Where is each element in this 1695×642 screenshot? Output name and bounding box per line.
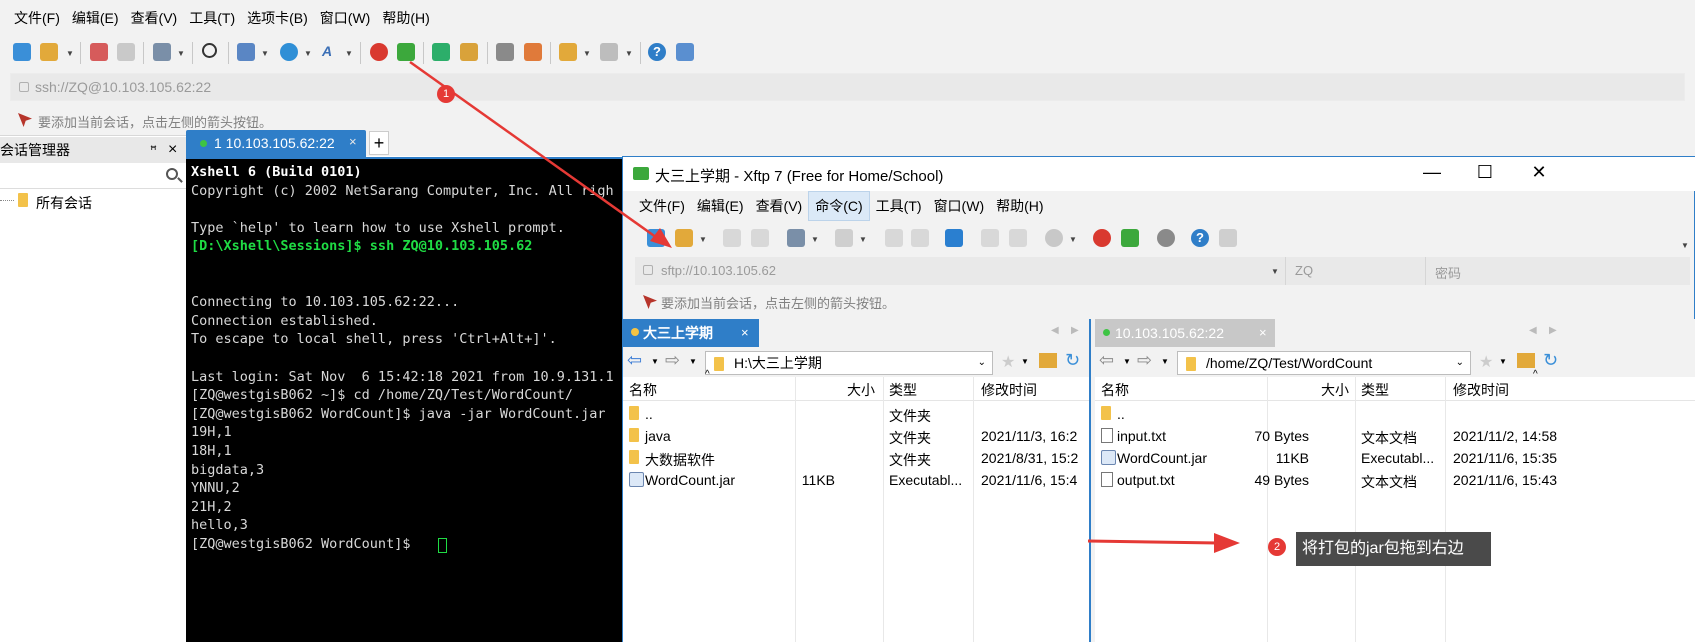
tooltip-callout: 将打包的jar包拖到右边 (1296, 532, 1491, 566)
arrow-to-right (1087, 539, 1219, 545)
arrow-head (650, 228, 672, 248)
arrow-head (1214, 533, 1240, 553)
step-badge-2: 2 (1268, 538, 1286, 556)
step-badge-1: 1 (437, 85, 455, 103)
